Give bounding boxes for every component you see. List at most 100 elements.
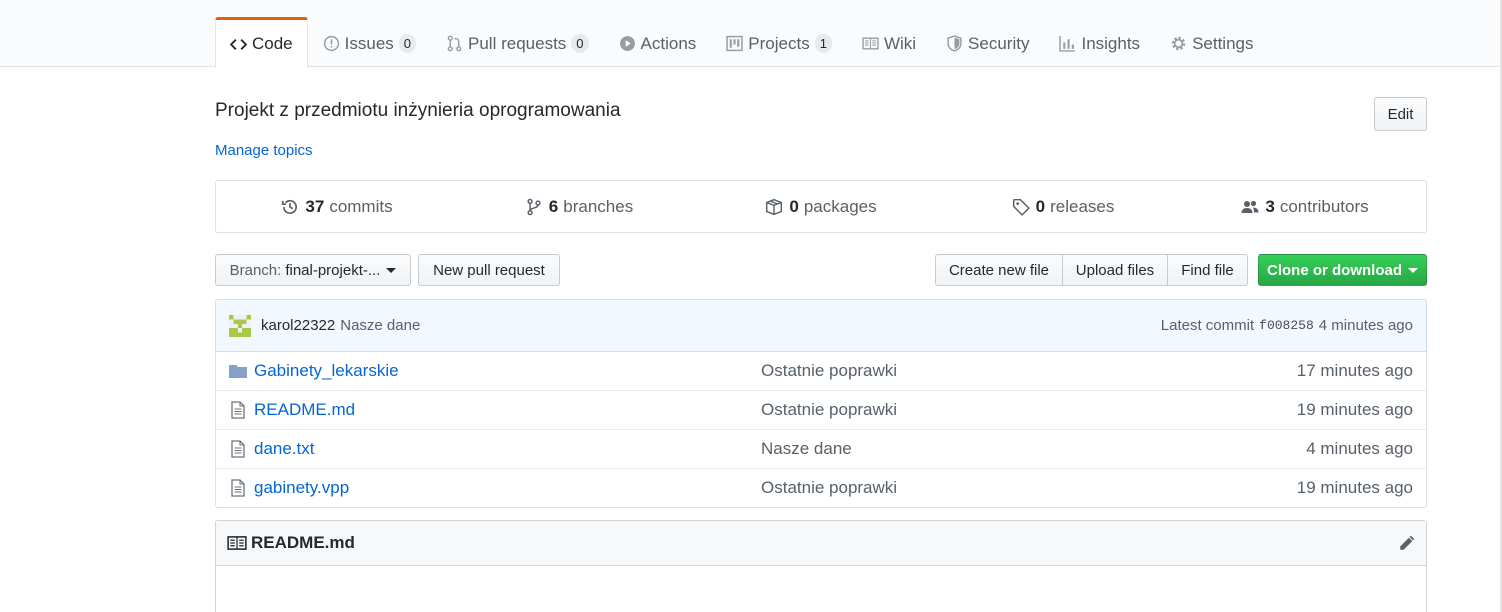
tag-icon — [1012, 198, 1030, 216]
projects-counter: 1 — [814, 34, 832, 53]
commits-label: commits — [329, 196, 393, 216]
clone-or-download-button[interactable]: Clone or download — [1258, 254, 1427, 286]
gear-icon — [1171, 36, 1186, 51]
file-name-link[interactable]: README.md — [254, 400, 761, 420]
package-icon — [766, 198, 783, 215]
list-item: dane.txt Nasze dane 4 minutes ago — [216, 429, 1426, 468]
tab-label: Code — [252, 34, 293, 53]
branch-select-button[interactable]: Branch: final-projekt-... — [215, 254, 411, 286]
caret-down-icon — [1408, 267, 1418, 273]
create-new-file-button[interactable]: Create new file — [935, 254, 1063, 286]
readme-panel: README.md — [215, 520, 1427, 612]
tab-security[interactable]: Security — [931, 17, 1044, 67]
file-icon — [231, 440, 245, 458]
tab-label: Wiki — [883, 33, 917, 53]
file-commit-message[interactable]: Nasze dane — [761, 439, 1306, 459]
list-item: README.md Ostatnie poprawki 19 minutes a… — [216, 390, 1426, 429]
file-age: 4 minutes ago — [1306, 439, 1413, 458]
book-icon — [862, 37, 879, 50]
branch-prefix: Branch: — [229, 261, 282, 279]
shield-icon — [947, 35, 962, 52]
avatar[interactable] — [229, 314, 251, 337]
commits-count[interactable]: 37 commits — [216, 197, 458, 217]
clone-label: Clone or download — [1267, 261, 1402, 279]
commit-author[interactable]: karol22322 — [261, 317, 335, 334]
tab-label: Pull requests — [468, 33, 567, 53]
upload-files-button[interactable]: Upload files — [1062, 254, 1168, 286]
tab-insights[interactable]: Insights — [1044, 17, 1155, 67]
branches-label: branches — [563, 196, 634, 216]
repo-nav: Code Issues 0 Pull requests 0 Actions Pr… — [215, 17, 1269, 68]
file-list: Gabinety_lekarskie Ostatnie poprawki 17 … — [215, 351, 1427, 508]
file-age: 17 minutes ago — [1296, 360, 1413, 380]
pencil-icon[interactable] — [1398, 534, 1416, 552]
tab-label: Actions — [640, 33, 697, 53]
folder-icon — [229, 364, 247, 378]
tab-actions[interactable]: Actions — [604, 17, 712, 67]
file-age: 19 minutes ago — [1296, 478, 1413, 497]
code-icon — [230, 38, 247, 50]
readme-title: README.md — [251, 533, 355, 552]
file-name-link[interactable]: dane.txt — [254, 439, 761, 459]
issue-icon — [323, 35, 339, 52]
tab-projects[interactable]: Projects 1 — [711, 17, 847, 67]
graph-icon — [1059, 36, 1076, 52]
tab-label: Insights — [1081, 33, 1141, 53]
repo-description: Projekt z przedmiotu inżynieria oprogram… — [215, 100, 621, 121]
issues-counter: 0 — [398, 34, 417, 53]
repo-header: Code Issues 0 Pull requests 0 Actions Pr… — [0, 0, 1502, 68]
tab-label: Issues — [344, 33, 394, 53]
tab-label: Projects — [748, 33, 810, 53]
latest-commit-bar: karol22322 Nasze dane Latest commit f008… — [215, 299, 1427, 352]
pull-requests-counter: 0 — [571, 34, 589, 53]
project-icon — [726, 35, 743, 52]
commit-sha[interactable]: f008258 — [1259, 318, 1314, 333]
contributors-count[interactable]: 3 contributors — [1184, 197, 1426, 217]
tab-settings[interactable]: Settings — [1155, 17, 1268, 67]
caret-down-icon — [386, 267, 397, 273]
commits-number: 37 — [305, 196, 325, 216]
file-icon — [231, 401, 245, 419]
repo-numbers-summary: 37 commits 6 branches 0 packages 0 relea… — [215, 180, 1427, 233]
readme-header: README.md — [216, 521, 1426, 566]
commit-age: 4 minutes ago — [1318, 317, 1413, 334]
list-item: gabinety.vpp Ostatnie poprawki 19 minute… — [216, 468, 1426, 507]
releases-number: 0 — [1035, 196, 1046, 216]
file-icon — [231, 479, 245, 497]
file-commit-message[interactable]: Ostatnie poprawki — [761, 478, 1297, 498]
branches-number: 6 — [548, 196, 559, 216]
latest-commit-label: Latest commit — [1160, 317, 1255, 334]
book-icon — [227, 536, 247, 550]
branches-count[interactable]: 6 branches — [458, 197, 700, 217]
packages-label: packages — [803, 196, 877, 216]
latest-commit-info: Latest commit f008258 4 minutes ago — [1161, 317, 1413, 334]
branch-name: final-projekt-... — [285, 261, 381, 279]
commit-message[interactable]: Nasze dane — [340, 317, 420, 334]
contributors-number: 3 — [1265, 196, 1275, 216]
file-name-link[interactable]: gabinety.vpp — [254, 478, 761, 498]
manage-topics-link[interactable]: Manage topics — [215, 142, 313, 159]
tab-pull-requests[interactable]: Pull requests 0 — [431, 17, 604, 67]
list-item: Gabinety_lekarskie Ostatnie poprawki 17 … — [216, 351, 1426, 390]
packages-number: 0 — [789, 196, 799, 216]
contributors-label: contributors — [1279, 196, 1369, 216]
pull-request-icon — [447, 35, 462, 52]
tab-label: Settings — [1192, 33, 1254, 53]
tab-issues[interactable]: Issues 0 — [308, 17, 431, 67]
people-icon — [1241, 200, 1259, 213]
file-commit-message[interactable]: Ostatnie poprawki — [761, 361, 1297, 381]
releases-count[interactable]: 0 releases — [942, 197, 1184, 217]
tab-wiki[interactable]: Wiki — [847, 17, 931, 67]
packages-count[interactable]: 0 packages — [700, 197, 942, 217]
find-file-button[interactable]: Find file — [1167, 254, 1248, 286]
play-icon — [619, 36, 635, 51]
new-pull-request-button[interactable]: New pull request — [418, 254, 560, 286]
edit-description-button[interactable]: Edit — [1374, 97, 1427, 131]
file-age: 19 minutes ago — [1296, 400, 1413, 419]
history-icon — [282, 199, 298, 214]
releases-label: releases — [1050, 196, 1115, 216]
file-commit-message[interactable]: Ostatnie poprawki — [761, 400, 1297, 420]
tab-label: Security — [968, 33, 1030, 53]
file-name-link[interactable]: Gabinety_lekarskie — [254, 361, 761, 381]
tab-code[interactable]: Code — [215, 17, 308, 68]
